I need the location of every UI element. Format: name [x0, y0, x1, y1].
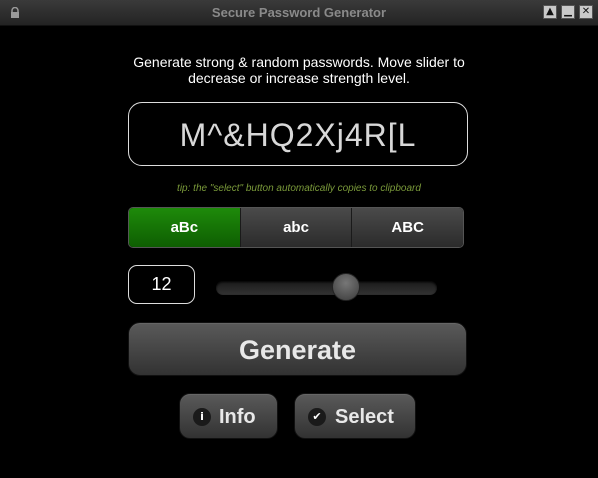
minimize-button[interactable]: ▲	[543, 5, 557, 19]
length-display: 12	[128, 265, 195, 304]
close-button[interactable]: ✕	[579, 5, 593, 19]
info-icon: i	[193, 408, 211, 426]
strength-slider[interactable]	[216, 273, 437, 301]
check-icon: ✔	[308, 408, 326, 426]
restore-button[interactable]: ▁	[561, 5, 575, 19]
generate-button[interactable]: Generate	[128, 322, 467, 376]
case-upper-button[interactable]: ABC	[351, 208, 463, 247]
case-lower-button[interactable]: abc	[239, 208, 352, 247]
select-button[interactable]: ✔ Select	[294, 393, 416, 439]
slider-thumb[interactable]	[331, 273, 360, 301]
select-label: Select	[335, 406, 394, 428]
case-selector: aBc abc ABC	[128, 207, 464, 248]
case-mixed-button[interactable]: aBc	[129, 208, 240, 247]
description-text: Generate strong & random passwords. Move…	[133, 54, 465, 86]
clipboard-tip: tip: the "select" button automatically c…	[177, 183, 421, 194]
info-button[interactable]: i Info	[179, 393, 278, 439]
password-display[interactable]: M^&HQ2Xj4R[L	[128, 102, 468, 166]
info-label: Info	[219, 406, 256, 428]
minimize-icon: ▲	[546, 6, 554, 17]
window-title: Secure Password Generator	[211, 5, 387, 20]
close-icon: ✕	[581, 6, 591, 17]
restore-icon: ▁	[564, 6, 572, 17]
title-bar: Secure Password Generator ▲ ▁ ✕	[0, 0, 598, 26]
